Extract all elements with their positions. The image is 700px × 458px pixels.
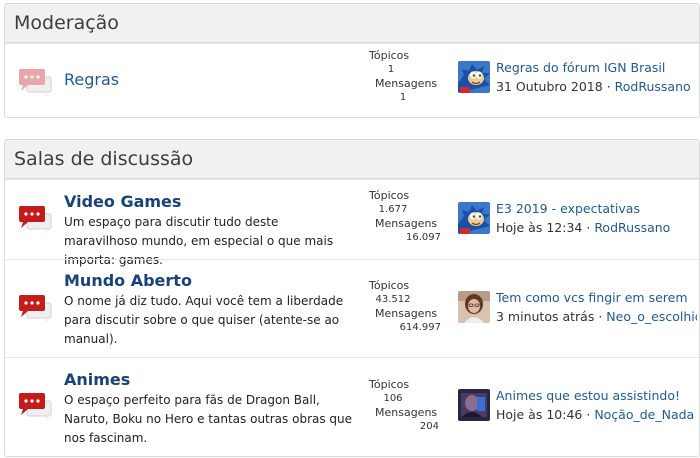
messages-count: 16.097 (406, 232, 441, 243)
forum-row-animes: Animes O espaço perfeito para fãs de Dra… (5, 357, 699, 456)
messages-count: 1 (399, 92, 407, 103)
sonic-avatar-icon[interactable] (458, 61, 490, 93)
messages-label: Mensagens (375, 307, 438, 320)
last-post-user-link[interactable]: Neo_o_escolhido (606, 309, 697, 324)
last-post: Tem como vcs fingir em serem 3 minutos a… (458, 290, 699, 331)
last-post-meta: 3 minutos atrás · Neo_o_escolhido (496, 309, 697, 324)
last-post-date: 31 Outubro 2018 (496, 79, 603, 94)
last-post-user-link[interactable]: RodRussano (594, 220, 670, 235)
forum-title-link[interactable]: Animes (64, 370, 130, 389)
threads-label: Tópicos (369, 378, 410, 391)
discussion-header: Salas de discussão (5, 140, 699, 179)
forum-title-link[interactable]: Video Games (64, 192, 181, 211)
last-post-meta: Hoje às 12:34 · RodRussano (496, 220, 697, 235)
forum-unread-chat-icon (19, 393, 52, 421)
meta-separator: · (598, 309, 603, 324)
last-post: Regras do fórum IGN Brasil 31 Outubro 20… (458, 60, 699, 101)
forum-row-video-games: Video Games Um espaço para discutir tudo… (5, 179, 699, 267)
messages-count: 614.997 (399, 322, 441, 333)
threads-count: 106 (383, 393, 403, 404)
forum-unread-chat-icon (19, 206, 52, 234)
threads-label: Tópicos (369, 279, 410, 292)
last-post-title-link[interactable]: Animes que estou assistindo! (496, 388, 697, 403)
meta-separator: · (606, 79, 611, 94)
meta-separator: · (586, 220, 591, 235)
dark-avatar-icon[interactable] (458, 389, 490, 421)
threads-label: Tópicos (369, 49, 410, 62)
last-post-title-link[interactable]: Tem como vcs fingir em serem (496, 290, 697, 305)
forum-description: O espaço perfeito para fãs de Dragon Bal… (64, 393, 353, 445)
last-post-date: Hoje às 12:34 (496, 220, 583, 235)
messages-label: Mensagens (375, 77, 438, 90)
meta-separator: · (586, 407, 591, 422)
threads-count: 1.677 (378, 204, 408, 215)
last-post: E3 2019 - expectativas Hoje às 12:34 · R… (458, 201, 699, 242)
threads-label: Tópicos (369, 189, 410, 202)
last-post: Animes que estou assistindo! Hoje às 10:… (458, 388, 699, 429)
messages-count: 204 (419, 421, 439, 432)
forum-title-link[interactable]: Regras (64, 70, 119, 89)
forum-stats: Tópicos 106 Mensagens 204 (363, 378, 443, 434)
last-post-meta: 31 Outubro 2018 · RodRussano (496, 79, 697, 94)
forum-stats: Tópicos 43.512 Mensagens 614.997 (363, 279, 443, 335)
last-post-date: 3 minutos atrás (496, 309, 595, 324)
last-post-meta: Hoje às 10:46 · Noção_de_Nada (496, 407, 697, 422)
user-photo-avatar-icon[interactable] (458, 291, 490, 323)
messages-label: Mensagens (375, 217, 438, 230)
last-post-title-link[interactable]: E3 2019 - expectativas (496, 201, 697, 216)
last-post-date: Hoje às 10:46 (496, 407, 583, 422)
threads-count: 43.512 (375, 294, 411, 305)
forum-row-mundo-aberto: Mundo Aberto O nome já diz tudo. Aqui vo… (5, 259, 699, 357)
forum-row-regras: Regras Tópicos 1 Mensagens 1 Regras do f… (5, 43, 699, 117)
last-post-user-link[interactable]: RodRussano (615, 79, 691, 94)
forum-stats: Tópicos 1.677 Mensagens 16.097 (363, 189, 443, 245)
forum-description: O nome já diz tudo. Aqui você tem a libe… (64, 294, 344, 346)
forum-title-link[interactable]: Mundo Aberto (64, 271, 192, 290)
forum-read-chat-icon (19, 69, 52, 97)
messages-label: Mensagens (375, 406, 438, 419)
threads-count: 1 (387, 64, 395, 75)
last-post-user-link[interactable]: Noção_de_Nada (594, 407, 694, 422)
moderation-block: Moderação Regras Tópicos 1 Mensagens 1 R… (4, 3, 700, 118)
forum-unread-chat-icon (19, 295, 52, 323)
sonic-avatar-icon[interactable] (458, 202, 490, 234)
forum-stats: Tópicos 1 Mensagens 1 (363, 49, 443, 105)
moderation-header: Moderação (5, 4, 699, 43)
last-post-title-link[interactable]: Regras do fórum IGN Brasil (496, 60, 697, 75)
discussion-block: Salas de discussão Video Games Um espaço… (4, 139, 700, 457)
